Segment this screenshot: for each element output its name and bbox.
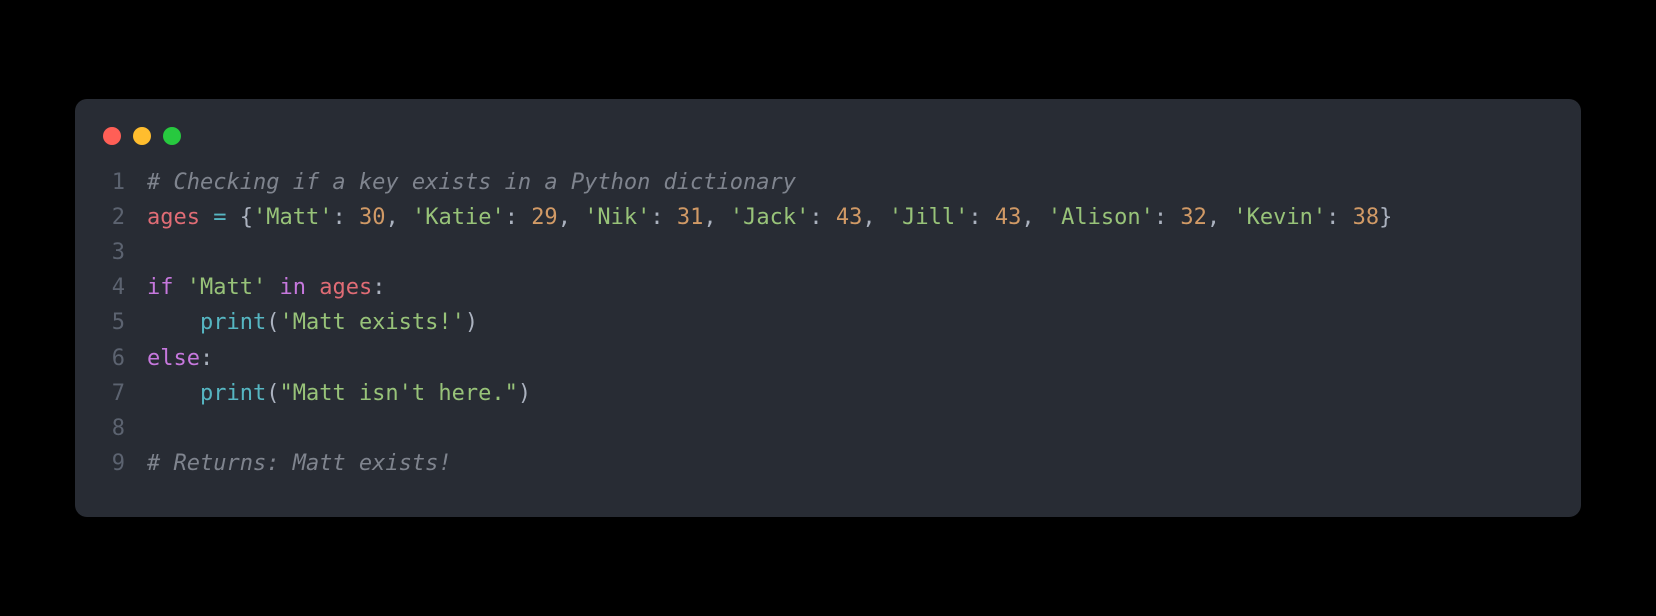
code-token: 'Jill'	[889, 205, 968, 230]
code-token: 38	[1353, 205, 1380, 230]
code-token	[200, 205, 213, 230]
code-token: print	[200, 310, 266, 335]
code-token: :	[332, 205, 359, 230]
line-number: 2	[75, 200, 147, 235]
code-line: 3	[75, 235, 1581, 270]
line-number: 3	[75, 235, 147, 270]
line-content: else:	[147, 341, 1581, 376]
code-token: :	[650, 205, 677, 230]
code-token	[266, 275, 279, 300]
code-token: :	[1154, 205, 1181, 230]
code-token: 32	[1180, 205, 1207, 230]
code-line: 7 print("Matt isn't here.")	[75, 376, 1581, 411]
code-token: in	[279, 275, 306, 300]
code-token: # Returns: Matt exists!	[147, 451, 452, 476]
code-token: if	[147, 275, 174, 300]
code-token	[174, 275, 187, 300]
code-token: (	[266, 310, 279, 335]
line-number: 5	[75, 305, 147, 340]
code-token: =	[213, 205, 226, 230]
code-token: 'Matt'	[253, 205, 332, 230]
minimize-icon[interactable]	[133, 127, 151, 145]
code-token: "Matt isn't here."	[279, 381, 517, 406]
code-token: ,	[1021, 205, 1048, 230]
code-token: 30	[359, 205, 386, 230]
code-token: 'Nik'	[584, 205, 650, 230]
code-token: :	[505, 205, 532, 230]
code-token: :	[1326, 205, 1353, 230]
code-token: ages	[319, 275, 372, 300]
line-content: # Returns: Matt exists!	[147, 446, 1581, 481]
line-number: 4	[75, 270, 147, 305]
code-block: 1# Checking if a key exists in a Python …	[75, 165, 1581, 482]
line-content: if 'Matt' in ages:	[147, 270, 1581, 305]
line-number: 8	[75, 411, 147, 446]
code-token: )	[518, 381, 531, 406]
code-token: {	[226, 205, 253, 230]
code-token: :	[809, 205, 836, 230]
code-token: ,	[385, 205, 412, 230]
line-content: # Checking if a key exists in a Python d…	[147, 165, 1581, 200]
code-token: 'Matt exists!'	[279, 310, 464, 335]
code-token: 43	[836, 205, 863, 230]
code-token: :	[372, 275, 385, 300]
line-content: ages = {'Matt': 30, 'Katie': 29, 'Nik': …	[147, 200, 1581, 235]
code-token: 'Jack'	[730, 205, 809, 230]
code-token	[147, 310, 200, 335]
line-content: print("Matt isn't here.")	[147, 376, 1581, 411]
code-token: ,	[1207, 205, 1234, 230]
code-line: 9# Returns: Matt exists!	[75, 446, 1581, 481]
code-token: 'Kevin'	[1233, 205, 1326, 230]
code-token	[306, 275, 319, 300]
code-token: 'Matt'	[187, 275, 266, 300]
code-line: 5 print('Matt exists!')	[75, 305, 1581, 340]
traffic-lights	[75, 127, 1581, 165]
line-content	[147, 411, 1581, 446]
line-number: 6	[75, 341, 147, 376]
code-token: # Checking if a key exists in a Python d…	[147, 170, 796, 195]
code-token: ,	[558, 205, 585, 230]
code-token: 'Katie'	[412, 205, 505, 230]
code-window: 1# Checking if a key exists in a Python …	[75, 99, 1581, 518]
code-token: else	[147, 346, 200, 371]
line-number: 9	[75, 446, 147, 481]
code-line: 2ages = {'Matt': 30, 'Katie': 29, 'Nik':…	[75, 200, 1581, 235]
code-token: (	[266, 381, 279, 406]
code-line: 4if 'Matt' in ages:	[75, 270, 1581, 305]
close-icon[interactable]	[103, 127, 121, 145]
line-content: print('Matt exists!')	[147, 305, 1581, 340]
code-token: :	[968, 205, 995, 230]
code-token	[147, 381, 200, 406]
code-token: )	[465, 310, 478, 335]
code-token: ages	[147, 205, 200, 230]
line-number: 7	[75, 376, 147, 411]
code-token: :	[200, 346, 213, 371]
zoom-icon[interactable]	[163, 127, 181, 145]
code-token: ,	[862, 205, 889, 230]
code-token: 31	[677, 205, 704, 230]
line-number: 1	[75, 165, 147, 200]
code-token: }	[1379, 205, 1392, 230]
code-token: 43	[995, 205, 1022, 230]
code-token: print	[200, 381, 266, 406]
code-token: ,	[703, 205, 730, 230]
code-line: 8	[75, 411, 1581, 446]
line-content	[147, 235, 1581, 270]
code-line: 1# Checking if a key exists in a Python …	[75, 165, 1581, 200]
code-line: 6else:	[75, 341, 1581, 376]
code-token: 29	[531, 205, 558, 230]
code-token: 'Alison'	[1048, 205, 1154, 230]
